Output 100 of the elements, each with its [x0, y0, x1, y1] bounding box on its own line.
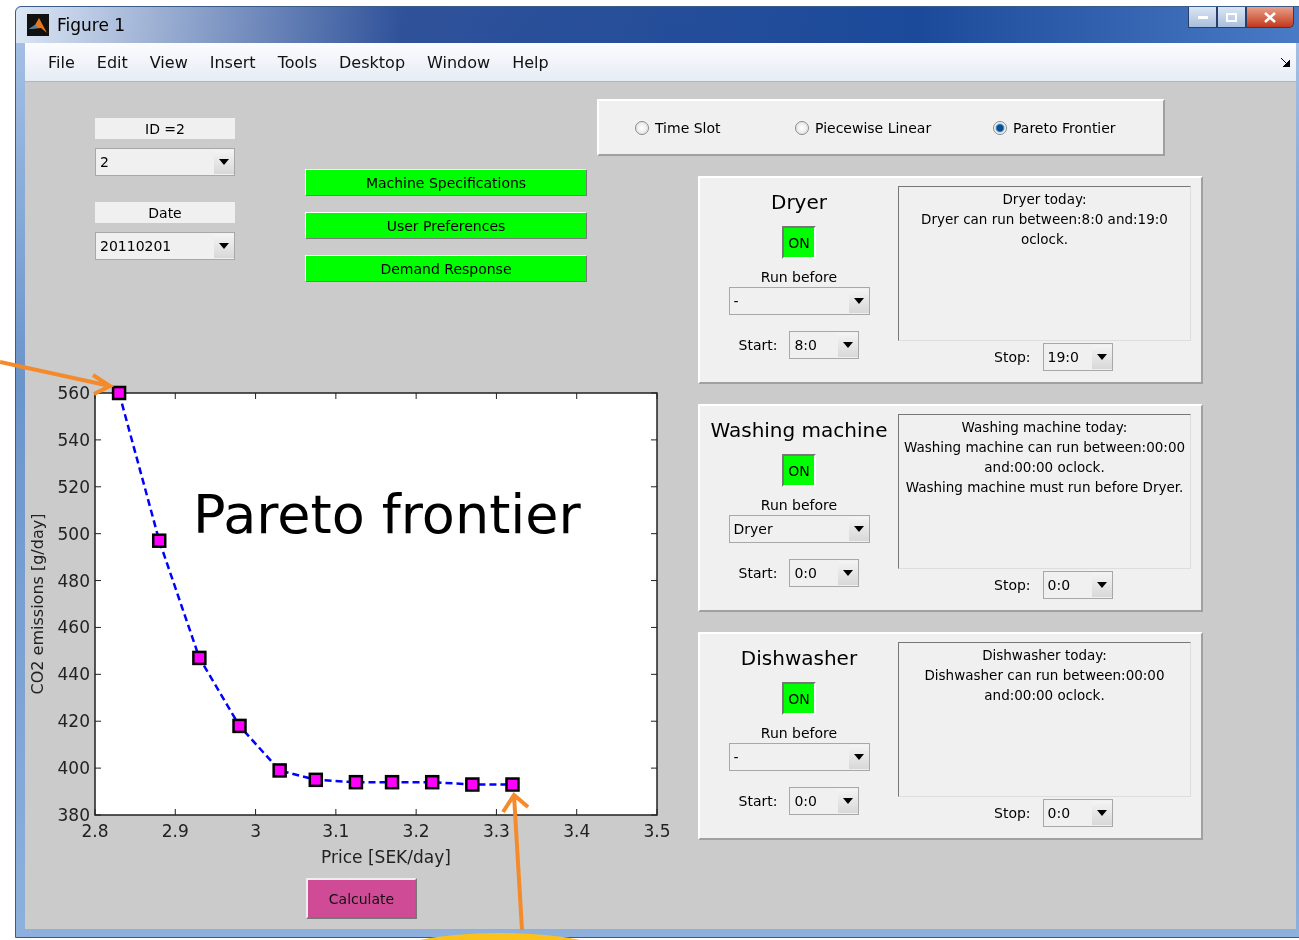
- start-dropdown[interactable]: 0:0: [789, 787, 860, 815]
- mode-radio[interactable]: Pareto Frontier: [993, 119, 1153, 136]
- caret-icon: [853, 298, 864, 304]
- y-tick-label: 560: [57, 383, 90, 403]
- stop-label: Stop:: [994, 805, 1031, 821]
- run-before-dropdown[interactable]: Dryer: [728, 515, 870, 543]
- action-button[interactable]: Machine Specifications: [305, 169, 587, 196]
- y-tick-label: 400: [57, 758, 90, 779]
- y-tick-label: 500: [57, 523, 90, 544]
- caret-icon: [1096, 582, 1107, 588]
- x-tick-label: 3.4: [563, 821, 591, 841]
- close-icon: [1264, 11, 1276, 23]
- id-label: ID =2: [95, 118, 235, 139]
- y-tick-label: 420: [57, 711, 90, 732]
- menu-item[interactable]: Window: [416, 52, 502, 72]
- run-before-dropdown[interactable]: -: [728, 743, 870, 771]
- data-point: [272, 763, 287, 778]
- caret-icon: [843, 342, 854, 348]
- caret-icon: [1096, 354, 1107, 360]
- data-point: [111, 385, 127, 401]
- id-dropdown[interactable]: 2: [95, 148, 235, 176]
- menu-item[interactable]: Tools: [266, 52, 329, 72]
- info-text: Washing machine must run before Dryer.: [905, 478, 1184, 497]
- menu-item[interactable]: Edit: [85, 52, 139, 72]
- y-axis-label: CO2 emissions [g/day]: [28, 513, 47, 695]
- info-text: Washing machine today:: [961, 418, 1128, 437]
- data-point: [232, 718, 247, 734]
- x-tick-label: 2.9: [161, 821, 189, 841]
- data-point: [308, 772, 324, 788]
- mode-radio[interactable]: Piecewise Linear: [795, 119, 993, 136]
- data-point: [424, 774, 440, 790]
- y-tick-label: 540: [57, 429, 90, 450]
- device-name: Dishwasher: [740, 646, 858, 672]
- data-point: [192, 650, 207, 666]
- stop-dropdown[interactable]: 0:0: [1042, 799, 1113, 827]
- caret-icon: [1096, 810, 1107, 816]
- y-tick-label: 520: [57, 476, 90, 497]
- info-text: Dishwasher can run between:00:00 and:00:00 oclock.: [923, 666, 1166, 705]
- data-point: [384, 774, 400, 790]
- stop-dropdown[interactable]: 19:0: [1042, 343, 1113, 371]
- calculate-button[interactable]: Calculate: [306, 878, 417, 919]
- start-dropdown[interactable]: 0:0: [789, 559, 860, 587]
- maximize-icon: [1226, 12, 1237, 22]
- menu-item[interactable]: Desktop: [328, 52, 417, 72]
- date-dropdown[interactable]: 20110201: [95, 232, 235, 260]
- x-tick-label: 3.1: [322, 821, 350, 841]
- run-before-label: Run before: [760, 269, 838, 285]
- x-tick-label: 3.2: [402, 821, 430, 841]
- app-logo-icon: [27, 14, 49, 36]
- window-title: Figure 1: [57, 15, 126, 35]
- action-button[interactable]: Demand Response: [305, 255, 587, 282]
- y-tick-label: 440: [57, 664, 90, 685]
- stop-dropdown[interactable]: 0:0: [1042, 571, 1113, 599]
- start-label: Start:: [738, 337, 778, 353]
- on-toggle[interactable]: ON: [782, 682, 816, 715]
- device-name: Washing machine: [710, 418, 888, 444]
- data-point: [505, 777, 520, 792]
- y-tick-label: 460: [57, 617, 90, 638]
- start-label: Start:: [738, 565, 778, 581]
- dock-icon[interactable]: [1281, 57, 1290, 67]
- run-before-label: Run before: [760, 497, 838, 513]
- on-toggle[interactable]: ON: [782, 226, 816, 259]
- maximize-button[interactable]: [1217, 7, 1246, 28]
- y-tick-label: 480: [57, 570, 90, 591]
- info-text: Dishwasher today:: [982, 646, 1107, 665]
- on-toggle[interactable]: ON: [782, 454, 816, 487]
- stop-label: Stop:: [994, 349, 1031, 365]
- info-text: Dryer can run between:8:0 and:19:0 oclock.: [920, 210, 1169, 249]
- close-button[interactable]: [1246, 7, 1294, 28]
- device-name: Dryer: [771, 190, 827, 216]
- minimize-icon: [1197, 15, 1208, 19]
- minimize-button[interactable]: [1188, 7, 1217, 28]
- stop-label: Stop:: [994, 577, 1031, 593]
- run-before-label: Run before: [760, 725, 838, 741]
- menu-item[interactable]: File: [37, 52, 86, 72]
- data-point: [152, 533, 167, 548]
- date-label: Date: [95, 202, 235, 223]
- action-button[interactable]: User Preferences: [305, 212, 587, 239]
- caret-icon: [219, 159, 229, 165]
- caret-icon: [843, 798, 854, 804]
- menu-item[interactable]: View: [138, 52, 199, 72]
- info-text: Dryer today:: [1002, 190, 1087, 209]
- x-tick-label: 3: [250, 821, 261, 841]
- mode-radio[interactable]: Time Slot: [635, 119, 795, 136]
- caret-icon: [843, 570, 854, 576]
- menu-item[interactable]: Help: [501, 52, 560, 72]
- data-point: [348, 774, 364, 790]
- start-label: Start:: [738, 793, 778, 809]
- x-tick-label: 3.3: [482, 821, 510, 841]
- caret-icon: [219, 243, 229, 249]
- caret-icon: [853, 526, 864, 532]
- menu-item[interactable]: Insert: [198, 52, 267, 72]
- data-point: [465, 777, 480, 792]
- x-axis-label: Price [SEK/day]: [321, 847, 451, 867]
- x-tick-label: 3.5: [643, 821, 671, 841]
- run-before-dropdown[interactable]: -: [728, 287, 870, 315]
- series-label: Pareto frontier: [193, 483, 581, 546]
- caret-icon: [853, 754, 864, 760]
- start-dropdown[interactable]: 8:0: [789, 331, 860, 359]
- info-text: Washing machine can run between:00:00 and:00:00 oclock.: [902, 438, 1187, 477]
